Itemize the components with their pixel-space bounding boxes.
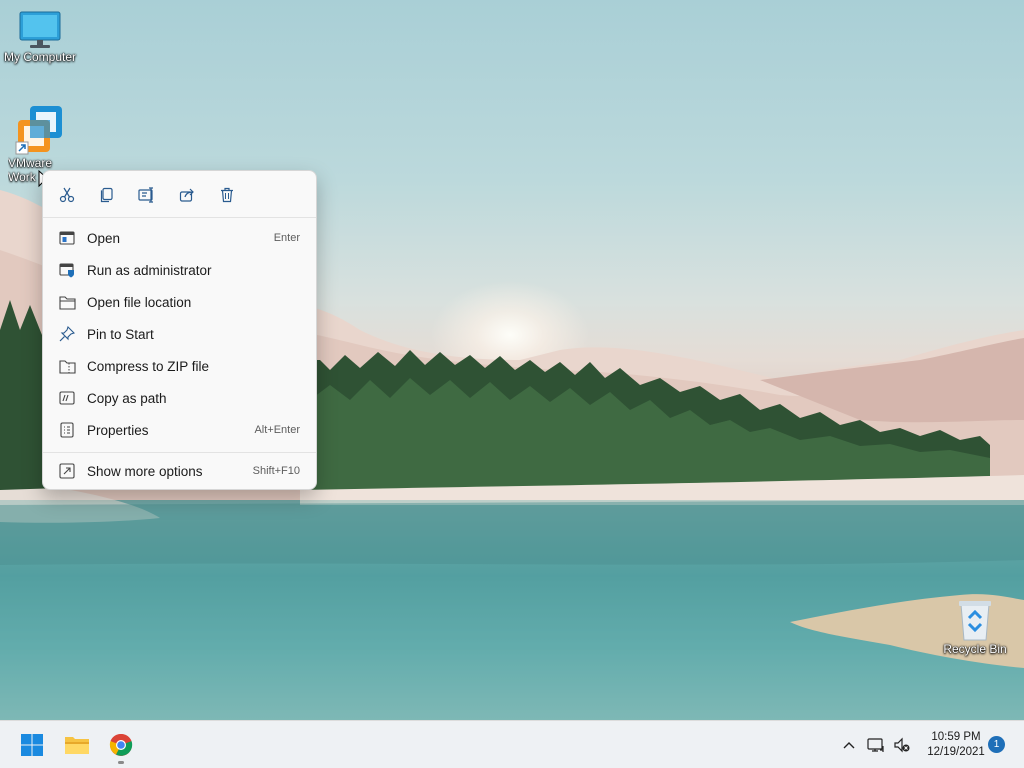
menu-item-label: Properties xyxy=(87,422,149,438)
network-button[interactable] xyxy=(865,733,887,757)
menu-item-open[interactable]: Open Enter xyxy=(47,223,312,253)
menu-item-label: Open xyxy=(87,230,121,246)
menu-item-open-file-location[interactable]: Open file location xyxy=(47,287,312,317)
folder-icon xyxy=(47,295,87,310)
path-icon xyxy=(47,391,87,405)
show-hidden-icons-button[interactable] xyxy=(838,733,860,757)
volume-button[interactable] xyxy=(891,733,913,757)
menu-item-run-as-administrator[interactable]: Run as administrator xyxy=(47,255,312,285)
scissors-icon xyxy=(59,187,75,203)
rename-icon xyxy=(138,187,153,203)
properties-icon xyxy=(47,422,87,438)
vmware-icon xyxy=(15,106,62,155)
clock[interactable]: 10:59 PM 12/19/2021 xyxy=(918,730,994,760)
pin-icon xyxy=(47,326,87,342)
volume-muted-icon xyxy=(894,737,910,753)
context-menu: Open Enter Run as administrator Open fil… xyxy=(42,170,317,490)
taskbar: 10:59 PM 12/19/2021 1 xyxy=(0,720,1024,768)
menu-item-compress-to-zip[interactable]: Compress to ZIP file xyxy=(47,351,312,381)
menu-item-properties[interactable]: Properties Alt+Enter xyxy=(47,415,312,445)
desktop-icon-label: Recycle Bin xyxy=(943,642,1007,656)
copy-button[interactable] xyxy=(93,183,121,207)
copy-icon xyxy=(100,187,113,203)
notification-badge[interactable]: 1 xyxy=(988,736,1005,753)
menu-item-pin-to-start[interactable]: Pin to Start xyxy=(47,319,312,349)
folder-icon xyxy=(65,737,89,754)
cut-button[interactable] xyxy=(53,183,81,207)
monitor-icon xyxy=(19,11,61,48)
menu-item-shortcut: Enter xyxy=(273,232,300,244)
chrome-button[interactable] xyxy=(103,727,139,764)
desktop-icon-label: My Computer xyxy=(3,50,77,64)
menu-item-label: Copy as path xyxy=(87,390,167,406)
menu-item-shortcut: Alt+Enter xyxy=(254,424,300,436)
start-button[interactable] xyxy=(14,727,50,763)
network-icon xyxy=(867,738,884,752)
open-icon xyxy=(47,230,87,246)
menu-separator xyxy=(43,452,316,453)
menu-item-label: Show more options xyxy=(87,463,203,479)
share-icon xyxy=(179,188,194,202)
chevron-up-icon xyxy=(843,742,855,749)
desktop[interactable]: My Computer VMware Work Recycle Bin Open… xyxy=(0,0,1024,720)
menu-item-label: Run as administrator xyxy=(87,262,212,278)
chrome-icon xyxy=(109,733,133,756)
menu-separator xyxy=(43,217,316,218)
clock-time: 10:59 PM xyxy=(931,731,981,743)
running-indicator xyxy=(118,761,124,764)
clock-date: 12/19/2021 xyxy=(927,746,985,758)
desktop-icon-my-computer[interactable]: My Computer xyxy=(0,10,80,64)
zip-folder-icon xyxy=(47,359,87,374)
shield-window-icon xyxy=(47,262,87,278)
menu-item-shortcut: Shift+F10 xyxy=(252,465,300,477)
quick-actions-bar xyxy=(43,171,316,217)
menu-item-label: Compress to ZIP file xyxy=(87,358,210,374)
windows-logo-icon xyxy=(21,734,43,756)
file-explorer-button[interactable] xyxy=(59,727,95,763)
recycle-bin-icon xyxy=(959,601,991,641)
menu-item-label: Pin to Start xyxy=(87,326,154,342)
trash-icon xyxy=(221,187,233,203)
share-button[interactable] xyxy=(173,183,201,207)
menu-item-show-more-options[interactable]: Show more options Shift+F10 xyxy=(47,456,312,486)
delete-button[interactable] xyxy=(213,183,241,207)
more-options-icon xyxy=(47,463,87,479)
menu-item-label: Open file location xyxy=(87,294,192,310)
desktop-icon-recycle-bin[interactable]: Recycle Bin xyxy=(935,598,1015,656)
menu-item-copy-as-path[interactable]: Copy as path xyxy=(47,383,312,413)
rename-button[interactable] xyxy=(133,183,161,207)
